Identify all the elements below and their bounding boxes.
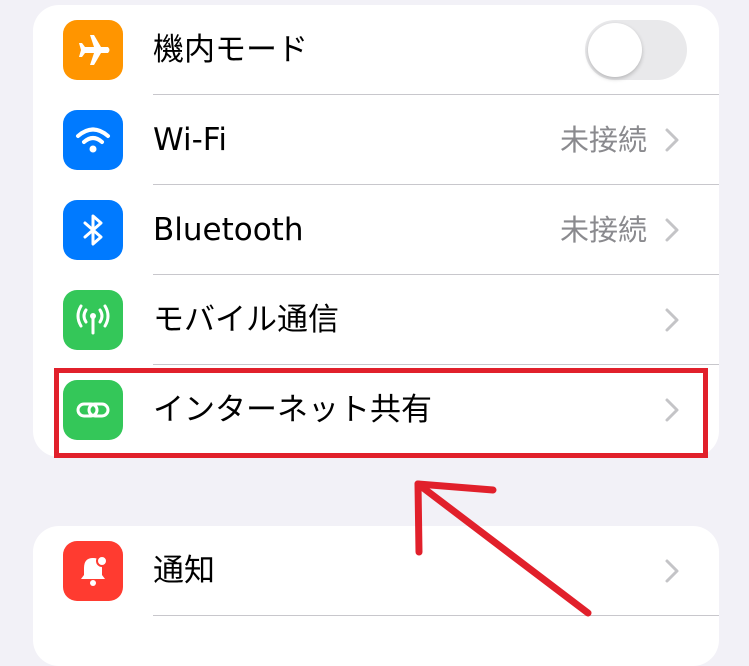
chevron-right-icon	[659, 397, 685, 423]
bluetooth-label: Bluetooth	[153, 212, 304, 248]
settings-row-airplane-mode[interactable]: 機内モード	[33, 5, 719, 95]
personal-hotspot-label: インターネット共有	[153, 392, 432, 428]
settings-group-notifications: 通知	[33, 526, 719, 666]
bluetooth-status: 未接続	[559, 213, 647, 247]
settings-row-cellular[interactable]: モバイル通信	[33, 275, 719, 365]
settings-group-connectivity: 機内モード Wi-Fi 未接続 Bluetooth 未接続 モバイル通信 インタ…	[33, 5, 719, 457]
settings-row-personal-hotspot[interactable]: インターネット共有	[33, 365, 719, 455]
chevron-right-icon	[659, 127, 685, 153]
settings-row-notifications[interactable]: 通知	[33, 526, 719, 616]
bluetooth-icon	[63, 200, 123, 260]
wifi-status: 未接続	[559, 123, 647, 157]
airplane-mode-toggle[interactable]	[585, 20, 687, 80]
toggle-knob	[588, 23, 642, 77]
chevron-right-icon	[659, 558, 685, 584]
wifi-label: Wi-Fi	[153, 122, 227, 158]
settings-row-wifi[interactable]: Wi-Fi 未接続	[33, 95, 719, 185]
row-separator	[153, 615, 719, 616]
cellular-label: モバイル通信	[153, 302, 339, 338]
antenna-icon	[63, 290, 123, 350]
chevron-right-icon	[659, 217, 685, 243]
airplane-icon	[63, 20, 123, 80]
wifi-icon	[63, 110, 123, 170]
airplane-mode-label: 機内モード	[153, 32, 308, 68]
link-icon	[63, 380, 123, 440]
bell-icon	[63, 541, 123, 601]
notifications-label: 通知	[153, 553, 215, 589]
chevron-right-icon	[659, 307, 685, 333]
settings-row-bluetooth[interactable]: Bluetooth 未接続	[33, 185, 719, 275]
